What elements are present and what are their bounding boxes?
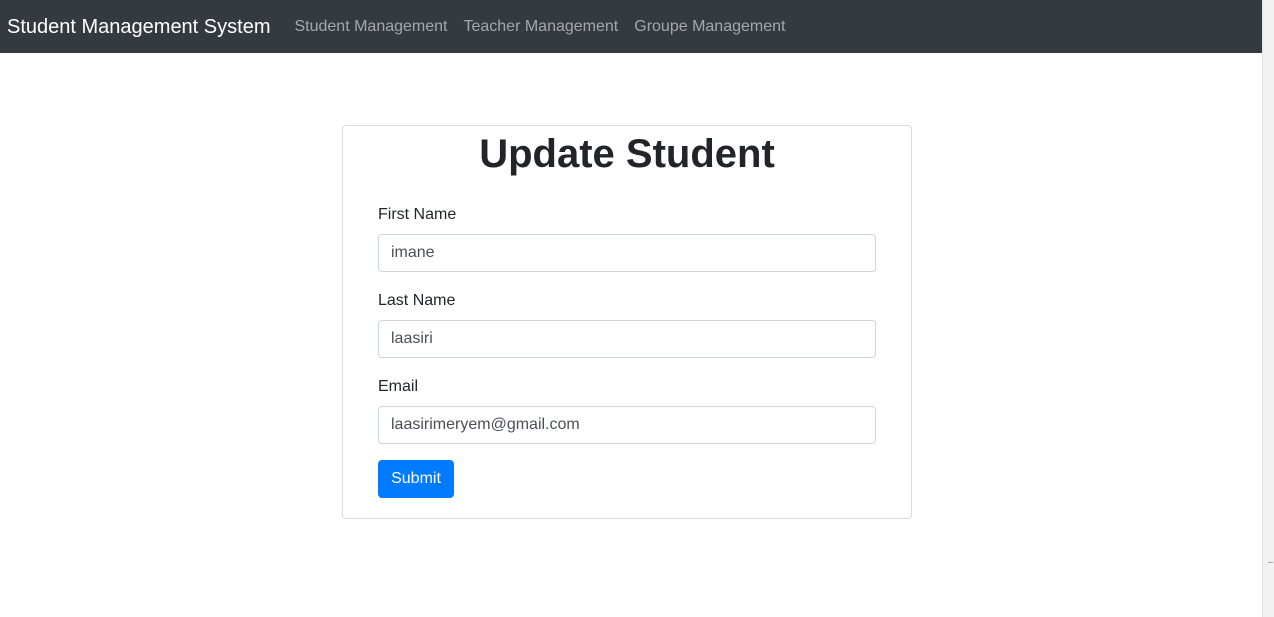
update-student-card: Update Student First Name Last Name Emai… (342, 125, 912, 519)
email-field[interactable] (378, 406, 876, 444)
page-title: Update Student (479, 132, 775, 176)
scrollbar-marker (1268, 562, 1273, 563)
nav-link-groupe-management[interactable]: Groupe Management (634, 15, 785, 39)
last-name-field[interactable] (378, 320, 876, 358)
nav-link-student-management[interactable]: Student Management (294, 15, 447, 39)
navbar-brand[interactable]: Student Management System (7, 14, 270, 40)
nav-link-teacher-management[interactable]: Teacher Management (463, 15, 618, 39)
last-name-label: Last Name (378, 292, 456, 309)
email-label: Email (378, 378, 419, 395)
first-name-field[interactable] (378, 234, 876, 272)
navbar: Student Management System Student Manage… (0, 0, 1262, 53)
submit-button[interactable]: Submit (378, 460, 454, 498)
first-name-label: First Name (378, 206, 457, 223)
page-scrollbar[interactable] (1262, 0, 1274, 617)
page-viewport: Student Management System Student Manage… (0, 0, 1262, 617)
